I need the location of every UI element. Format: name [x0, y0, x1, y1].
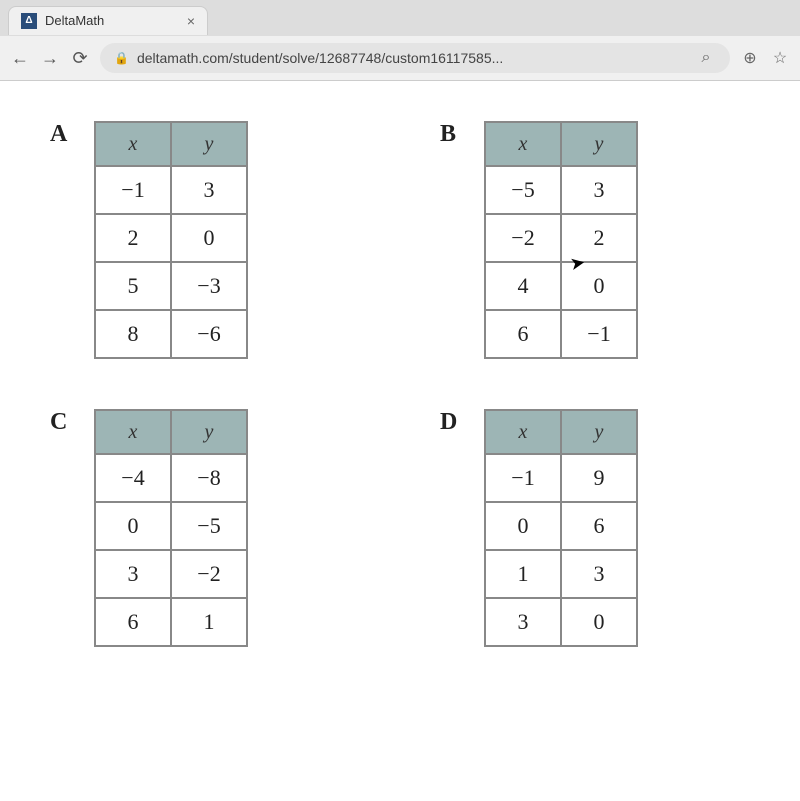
- col-header-x: x: [95, 122, 171, 166]
- cell-y: 3: [171, 166, 247, 214]
- tab-bar: Δ DeltaMath ×: [0, 0, 800, 36]
- address-bar[interactable]: 🔒 deltamath.com/student/solve/12687748/c…: [100, 43, 730, 73]
- star-icon[interactable]: ☆: [770, 48, 790, 68]
- col-header-x: x: [485, 410, 561, 454]
- page-content: A x y −13 20 5−3 8−6 B x y: [0, 81, 800, 801]
- cell-x: −2: [485, 214, 561, 262]
- tab-title: DeltaMath: [45, 13, 179, 28]
- col-header-y: y: [561, 410, 637, 454]
- cell-x: 5: [95, 262, 171, 310]
- table-row: −4−8: [95, 454, 247, 502]
- cell-y: −8: [171, 454, 247, 502]
- cell-x: 1: [485, 550, 561, 598]
- col-header-x: x: [485, 122, 561, 166]
- table-row: 8−6: [95, 310, 247, 358]
- cell-y: 3: [561, 550, 637, 598]
- cell-y: −1: [561, 310, 637, 358]
- data-table-d[interactable]: x y −19 06 13 30: [484, 409, 638, 647]
- table-block-a: A x y −13 20 5−3 8−6: [50, 121, 360, 359]
- cell-y: 3: [561, 166, 637, 214]
- cell-x: −5: [485, 166, 561, 214]
- table-block-b: B x y −53 −22 40 6−1: [440, 121, 750, 359]
- data-table-b[interactable]: x y −53 −22 40 6−1: [484, 121, 638, 359]
- cell-x: 0: [95, 502, 171, 550]
- cell-y: 6: [561, 502, 637, 550]
- data-table-c[interactable]: x y −4−8 0−5 3−2 61: [94, 409, 248, 647]
- cell-y: 0: [561, 598, 637, 646]
- cell-y: −6: [171, 310, 247, 358]
- cell-x: 8: [95, 310, 171, 358]
- browser-tab[interactable]: Δ DeltaMath ×: [8, 6, 208, 35]
- cell-x: 2: [95, 214, 171, 262]
- cell-x: 3: [485, 598, 561, 646]
- table-row: 06: [485, 502, 637, 550]
- cell-x: 0: [485, 502, 561, 550]
- forward-button[interactable]: →: [40, 48, 60, 69]
- col-header-y: y: [561, 122, 637, 166]
- cell-y: 0: [561, 262, 637, 310]
- col-header-x: x: [95, 410, 171, 454]
- table-row: 30: [485, 598, 637, 646]
- col-header-y: y: [171, 410, 247, 454]
- cell-y: 1: [171, 598, 247, 646]
- cell-x: −4: [95, 454, 171, 502]
- cell-y: −2: [171, 550, 247, 598]
- nav-bar: ← → ⟳ 🔒 deltamath.com/student/solve/1268…: [0, 36, 800, 80]
- data-table-a[interactable]: x y −13 20 5−3 8−6: [94, 121, 248, 359]
- table-row: 6−1: [485, 310, 637, 358]
- table-row: −22: [485, 214, 637, 262]
- table-row: 20: [95, 214, 247, 262]
- table-label: C: [50, 409, 74, 436]
- table-label: A: [50, 121, 74, 148]
- cell-y: 2: [561, 214, 637, 262]
- table-row: 61: [95, 598, 247, 646]
- table-row: −19: [485, 454, 637, 502]
- lock-icon: 🔒: [114, 51, 129, 65]
- key-icon[interactable]: ⌕: [696, 49, 716, 67]
- cell-x: −1: [485, 454, 561, 502]
- table-row: −53: [485, 166, 637, 214]
- cell-y: 0: [171, 214, 247, 262]
- back-button[interactable]: ←: [10, 48, 30, 69]
- cell-y: −5: [171, 502, 247, 550]
- cell-x: 6: [95, 598, 171, 646]
- table-row: 5−3: [95, 262, 247, 310]
- zoom-icon[interactable]: ⊕: [740, 48, 760, 68]
- table-row: 13: [485, 550, 637, 598]
- url-text: deltamath.com/student/solve/12687748/cus…: [137, 50, 688, 66]
- reload-button[interactable]: ⟳: [70, 48, 90, 69]
- tab-favicon-icon: Δ: [21, 13, 37, 29]
- table-row: −13: [95, 166, 247, 214]
- close-icon[interactable]: ×: [187, 13, 195, 29]
- table-row: 0−5: [95, 502, 247, 550]
- cell-x: 6: [485, 310, 561, 358]
- table-label: D: [440, 409, 464, 436]
- table-row: 3−2: [95, 550, 247, 598]
- cell-x: 4: [485, 262, 561, 310]
- cell-y: −3: [171, 262, 247, 310]
- cell-x: 3: [95, 550, 171, 598]
- cell-y: 9: [561, 454, 637, 502]
- col-header-y: y: [171, 122, 247, 166]
- browser-chrome: Δ DeltaMath × ← → ⟳ 🔒 deltamath.com/stud…: [0, 0, 800, 81]
- table-row: 40: [485, 262, 637, 310]
- cell-x: −1: [95, 166, 171, 214]
- table-label: B: [440, 121, 464, 148]
- tables-grid: A x y −13 20 5−3 8−6 B x y: [50, 121, 750, 647]
- table-block-c: C x y −4−8 0−5 3−2 61: [50, 409, 360, 647]
- table-block-d: D x y −19 06 13 30: [440, 409, 750, 647]
